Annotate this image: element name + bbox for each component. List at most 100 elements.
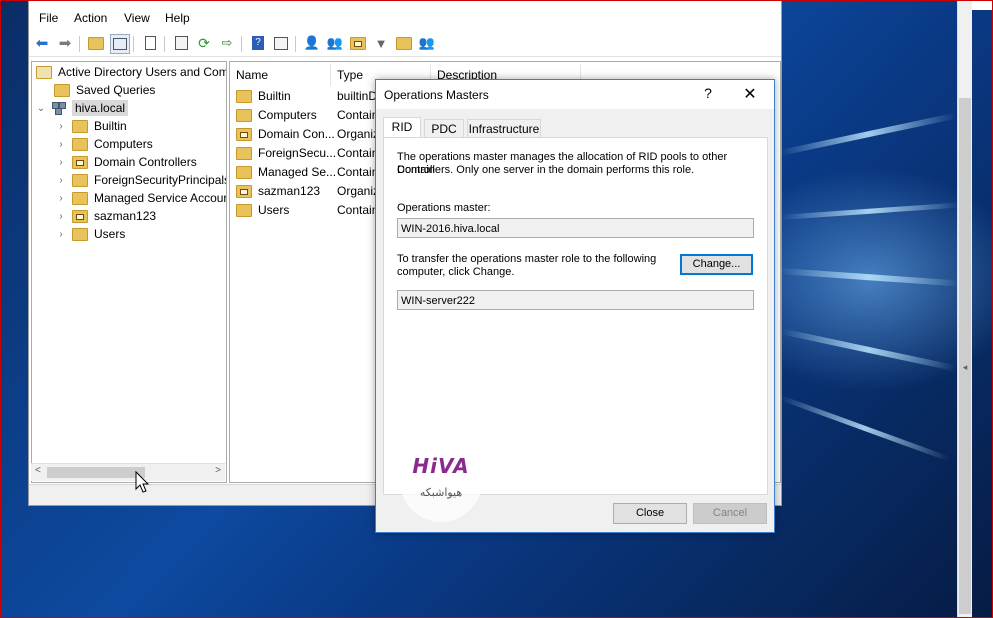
new-ou-icon[interactable] [349, 34, 367, 52]
console-tree: Active Directory Users and Com Saved Que… [31, 61, 227, 483]
transfer-instruction-line1: To transfer the operations master role t… [397, 253, 657, 265]
chevron-right-icon[interactable]: › [56, 139, 66, 150]
list-item[interactable]: sazman123 Organiz [236, 182, 379, 200]
toolbar-separator [79, 36, 80, 52]
copy-icon[interactable] [141, 34, 159, 52]
tree-item-computers[interactable]: › Computers [56, 135, 153, 153]
list-item[interactable]: Computers Contain [236, 106, 378, 124]
role-description-line2: Controllers. Only one server in the doma… [397, 164, 695, 176]
scroll-left-icon[interactable]: < [35, 465, 41, 476]
close-icon[interactable]: ✕ [740, 84, 760, 104]
folder-icon [72, 227, 88, 241]
ops-master-field[interactable]: WIN-2016.hiva.local [397, 218, 754, 238]
list-item[interactable]: Users Contain [236, 201, 378, 219]
menu-help[interactable]: Help [165, 11, 190, 25]
refresh-icon[interactable]: ⟳ [195, 34, 213, 52]
console-icon[interactable] [272, 34, 290, 52]
tree-item-label: Users [94, 227, 126, 241]
folder-icon [72, 191, 88, 205]
list-item[interactable]: Domain Con... Organiz [236, 125, 379, 143]
menu-action[interactable]: Action [74, 11, 107, 25]
scrollbar-thumb[interactable] [959, 98, 971, 614]
chevron-right-icon[interactable]: › [56, 175, 66, 186]
new-user-icon[interactable]: 👤 [303, 34, 321, 52]
list-item[interactable]: ForeignSecu... Contain [236, 144, 378, 162]
tree-item-label: Managed Service Accour [94, 191, 227, 205]
toolbar: ⬅ ➡ ⟳ ⇨ ? 👤 👥 ▼ 👥 [29, 30, 781, 57]
column-divider[interactable] [330, 64, 331, 86]
tree-item-label: Builtin [94, 119, 127, 133]
list-item-name: ForeignSecu... [258, 146, 337, 160]
dialog-titlebar[interactable]: Operations Masters ? ✕ [376, 80, 774, 109]
find-icon[interactable] [395, 34, 413, 52]
tab-infrastructure[interactable]: Infrastructure [467, 119, 541, 138]
column-header-type[interactable]: Type [337, 66, 363, 86]
transfer-instruction-line2: computer, click Change. [397, 266, 515, 278]
folder-icon [236, 89, 252, 103]
close-button[interactable]: Close [613, 503, 687, 524]
tab-rid[interactable]: RID [383, 117, 421, 138]
cancel-button: Cancel [693, 503, 767, 524]
toolbar-separator [295, 36, 296, 52]
add-to-group-icon[interactable]: 👥 [418, 34, 436, 52]
tree-item-sazman123[interactable]: › sazman123 [56, 207, 156, 225]
wallpaper-light-beam [779, 395, 950, 462]
tree-item-label: hiva.local [72, 100, 129, 116]
chevron-right-icon[interactable]: › [56, 193, 66, 204]
menu-view[interactable]: View [124, 11, 150, 25]
scroll-right-icon[interactable]: > [215, 465, 221, 476]
tree-item-managed-service-accounts[interactable]: › Managed Service Accour [56, 189, 227, 207]
tree-item-users[interactable]: › Users [56, 225, 125, 243]
list-item[interactable]: Builtin builtinD [236, 87, 377, 105]
list-item-type: Contain [337, 108, 379, 122]
new-group-icon[interactable]: 👥 [326, 34, 344, 52]
chevron-right-icon[interactable]: › [56, 157, 66, 168]
filter-icon[interactable]: ▼ [372, 34, 390, 52]
watermark-logo [400, 440, 482, 522]
folder-icon [72, 137, 88, 151]
list-item-type: Organiz [337, 127, 380, 141]
list-item-name: Computers [258, 108, 317, 122]
scroll-arrow-icon[interactable]: ◂ [960, 362, 970, 372]
ou-icon [236, 127, 252, 141]
export-list-icon[interactable]: ⇨ [218, 34, 236, 52]
window-corner [971, 0, 993, 10]
show-hide-console-tree-icon[interactable] [110, 34, 130, 54]
tree-item-saved-queries[interactable]: Saved Queries [54, 81, 155, 99]
target-computer-field[interactable]: WIN-server222 [397, 290, 754, 310]
list-item-type: Contain [337, 203, 379, 217]
chevron-right-icon[interactable]: › [56, 229, 66, 240]
help-icon[interactable]: ? [249, 34, 267, 52]
wallpaper-light-beam [779, 202, 960, 220]
tree-item-builtin[interactable]: › Builtin [56, 117, 127, 135]
chevron-right-icon[interactable]: › [56, 121, 66, 132]
folder-icon [236, 165, 252, 179]
properties-icon[interactable] [172, 34, 190, 52]
wallpaper-light-beam [779, 112, 957, 156]
tree-horizontal-scrollbar[interactable]: < > [31, 463, 225, 481]
list-item[interactable]: Managed Se... Contain [236, 163, 378, 181]
list-item-name: Managed Se... [258, 165, 337, 179]
folder-icon [54, 83, 70, 97]
tree-item-domain-controllers[interactable]: › Domain Controllers [56, 153, 196, 171]
chevron-right-icon[interactable]: › [56, 211, 66, 222]
tree-item-label: Computers [94, 137, 153, 151]
up-folder-icon[interactable] [87, 34, 105, 52]
tree-root[interactable]: Active Directory Users and Com [36, 63, 226, 81]
back-arrow-icon[interactable]: ⬅ [33, 34, 51, 52]
help-icon[interactable]: ? [700, 85, 716, 101]
folder-icon [236, 203, 252, 217]
vertical-scrollbar[interactable]: ◂ [957, 0, 972, 618]
menu-file[interactable]: File [39, 11, 58, 25]
tree-item-foreign-security-principals[interactable]: › ForeignSecurityPrincipals [56, 171, 226, 189]
toolbar-separator [164, 36, 165, 52]
change-button[interactable]: Change... [680, 254, 753, 275]
scrollbar-thumb[interactable] [47, 467, 145, 478]
column-header-name[interactable]: Name [236, 66, 268, 86]
list-item-type: Contain [337, 146, 379, 160]
tab-pdc[interactable]: PDC [424, 119, 464, 138]
tree-item-domain[interactable]: ⌄ hiva.local [36, 99, 129, 117]
list-item-type: Contain [337, 165, 379, 179]
forward-arrow-icon[interactable]: ➡ [56, 34, 74, 52]
chevron-down-icon[interactable]: ⌄ [36, 103, 46, 114]
